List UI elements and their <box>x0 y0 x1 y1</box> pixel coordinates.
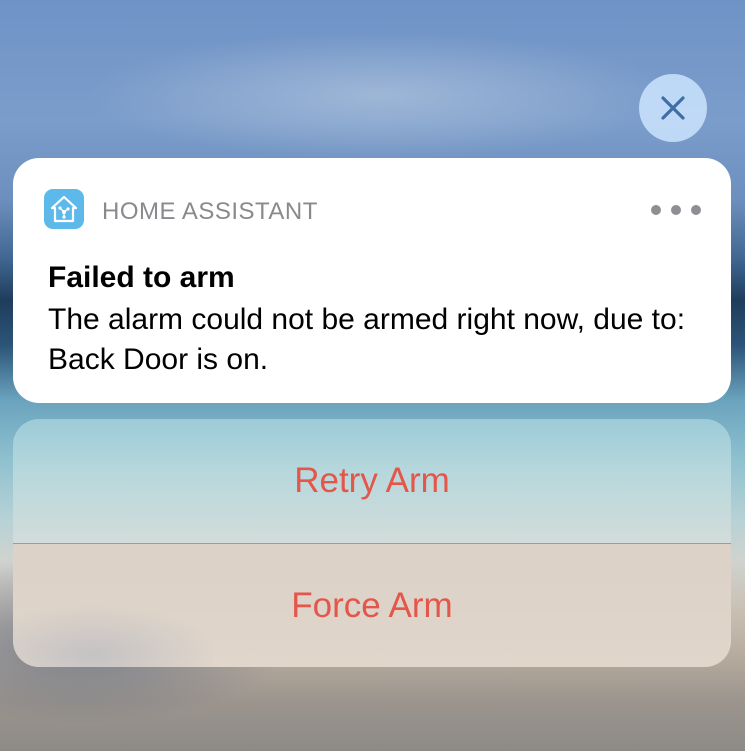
home-assistant-icon <box>44 189 84 229</box>
force-arm-label: Force Arm <box>291 585 453 625</box>
more-options-button[interactable] <box>651 200 701 220</box>
retry-arm-button[interactable]: Retry Arm <box>13 419 731 543</box>
notification-body: The alarm could not be armed right now, … <box>48 303 686 376</box>
notification-title: Failed to arm <box>48 261 235 294</box>
notification-card[interactable]: HOME ASSISTANT Failed to arm The alarm c… <box>13 158 731 403</box>
ellipsis-icon <box>651 205 661 215</box>
app-name: HOME ASSISTANT <box>102 198 318 225</box>
retry-arm-label: Retry Arm <box>294 461 450 500</box>
close-icon <box>661 96 685 120</box>
lock-screen: HOME ASSISTANT Failed to arm The alarm c… <box>0 0 745 751</box>
notification-actions: Retry Arm Force Arm <box>13 419 731 667</box>
force-arm-button[interactable]: Force Arm <box>13 544 731 667</box>
close-button[interactable] <box>639 74 707 142</box>
